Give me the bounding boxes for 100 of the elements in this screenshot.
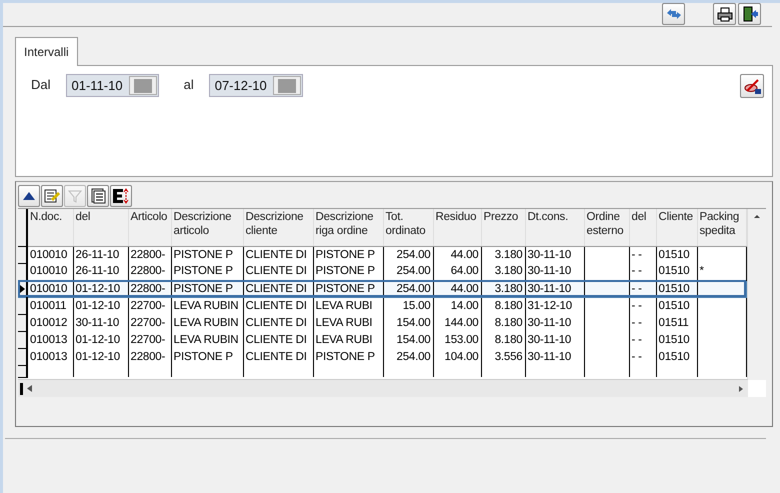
table-cell: PISTONE P <box>316 248 375 261</box>
table-cell: PISTONE P <box>316 282 375 294</box>
column-header[interactable]: del <box>73 209 128 246</box>
edit-button[interactable] <box>41 185 63 207</box>
table-cell: 010013 <box>30 334 68 346</box>
table-cell: 010010 <box>30 282 68 294</box>
table-cell: 30-11-10 <box>528 316 572 328</box>
table-cell: 22800- <box>130 282 166 294</box>
table-row[interactable]: 010010 26-11-10 22800- PISTONE P CLIENTE DI PISTONE P 254.00 44.00 3.180 30-11-10 - - 01510 <box>18 246 746 263</box>
horizontal-scrollbar[interactable] <box>18 379 748 397</box>
table-cell: - - <box>632 248 642 261</box>
scroll-thumb-icon[interactable] <box>20 382 23 394</box>
table-row[interactable]: 010013 01-12-10 22800- PISTONE P CLIENTE DI PISTONE P 254.00 104.00 3.556 30-11-10 - - 01510 <box>18 348 746 365</box>
up-arrow-icon <box>22 191 36 201</box>
scroll-left-icon[interactable] <box>27 385 32 392</box>
exit-door-icon <box>742 6 758 22</box>
table-cell: * <box>700 265 704 278</box>
table-cell: - - <box>632 282 642 294</box>
table-cell: 01510 <box>658 248 690 261</box>
table-cell: 010013 <box>30 350 68 362</box>
table-cell: CLIENTE DI <box>246 300 307 312</box>
table-cell: 8.180 <box>494 334 522 346</box>
column-header[interactable]: Dt.cons. <box>525 209 584 246</box>
table-cell: 010010 <box>30 248 68 261</box>
column-header[interactable]: Tot. ordinato <box>383 209 433 246</box>
refresh-icon <box>666 7 682 21</box>
table-cell: 01-12-10 <box>76 334 120 346</box>
column-header[interactable]: N.doc. <box>27 209 73 246</box>
table-cell: CLIENTE DI <box>246 265 307 278</box>
table-cell: LEVA RUBIN <box>174 334 238 346</box>
table-cell: 010011 <box>30 300 66 312</box>
list-icon <box>90 188 106 204</box>
table-cell: 3.556 <box>494 350 522 362</box>
table-cell: 44.00 <box>450 282 478 294</box>
table-cell: 01-12-10 <box>76 350 120 362</box>
column-header[interactable]: Articolo <box>128 209 171 246</box>
table-cell: LEVA RUBI <box>316 300 372 312</box>
column-header[interactable]: Descrizione cliente <box>243 209 313 246</box>
table-cell: 30-11-10 <box>528 265 572 278</box>
column-header[interactable]: Residuo <box>433 209 481 246</box>
table-cell: 44.00 <box>450 248 478 261</box>
exit-button[interactable] <box>738 3 761 25</box>
column-header[interactable]: Cliente <box>656 209 697 246</box>
table-cell: - - <box>632 334 642 346</box>
filter-icon <box>68 189 82 203</box>
scroll-up-button[interactable] <box>18 185 40 207</box>
table-cell: 30-11-10 <box>528 282 572 294</box>
column-header[interactable]: Packing spedita <box>697 209 746 246</box>
table-cell: 010010 <box>30 265 68 278</box>
table-row[interactable]: 010013 01-12-10 22700- LEVA RUBIN CLIENTE DI LEVA RUBI 154.00 153.00 8.180 30-11-10 - - 01510 <box>18 331 746 348</box>
vertical-scrollbar[interactable] <box>747 209 766 380</box>
table-cell: PISTONE P <box>316 350 375 362</box>
export-button[interactable] <box>110 185 132 207</box>
date-label: Dal <box>31 77 51 92</box>
column-header[interactable]: Descrizione riga ordine <box>313 209 383 246</box>
table-cell: - - <box>632 300 642 312</box>
date-field[interactable]: 07-12-10 <box>208 74 303 97</box>
row-indicator-icon <box>20 284 25 292</box>
date-value: 01-11-10 <box>70 78 124 93</box>
date-field[interactable]: 01-11-10 <box>66 74 159 97</box>
column-header[interactable]: Ordine esterno <box>584 209 629 246</box>
table-cell: 153.00 <box>444 334 478 346</box>
table-cell: 30-11-10 <box>76 316 120 328</box>
refresh-button[interactable] <box>662 3 685 25</box>
table-cell: LEVA RUBI <box>316 316 372 328</box>
table-cell: 30-11-10 <box>528 334 572 346</box>
printer-icon <box>716 6 732 22</box>
table-cell: 22700- <box>130 300 166 312</box>
table-cell: 22800- <box>130 265 166 278</box>
table-cell: 01510 <box>658 282 690 294</box>
table-row[interactable]: 010012 30-11-10 22700- LEVA RUBIN CLIENTE DI LEVA RUBI 154.00 144.00 8.180 30-11-10 - - 01511 <box>18 314 746 331</box>
table-cell: 14.00 <box>450 300 478 312</box>
table-row[interactable]: 010010 01-12-10 22800- PISTONE P CLIENTE DI PISTONE P 254.00 44.00 3.180 30-11-10 - - 01510 <box>18 280 746 297</box>
column-header[interactable]: Prezzo <box>481 209 525 246</box>
table-cell: PISTONE P <box>174 248 233 261</box>
table-cell: 15.00 <box>402 300 430 312</box>
table-cell: CLIENTE DI <box>246 248 307 261</box>
table-cell: PISTONE P <box>174 282 233 294</box>
table-cell: LEVA RUBI <box>316 334 372 346</box>
clear-button[interactable] <box>740 74 764 98</box>
table-cell: 01-12-10 <box>76 300 120 312</box>
table-cell: 254.00 <box>396 350 430 362</box>
table-cell: 3.180 <box>494 282 522 294</box>
table-cell: 26-11-10 <box>76 265 120 278</box>
table-cell: 254.00 <box>396 248 430 261</box>
print-button[interactable] <box>713 3 736 25</box>
table-cell: 64.00 <box>450 265 478 278</box>
intervalli-tab[interactable]: Intervalli <box>15 37 78 66</box>
column-header[interactable]: del <box>629 209 656 246</box>
table-row[interactable]: 010011 01-12-10 22700- LEVA RUBIN CLIENTE DI LEVA RUBI 15.00 14.00 8.180 31-12-10 - - 01510 <box>18 297 746 314</box>
column-header[interactable]: Descrizione articolo <box>171 209 243 246</box>
table-cell: - - <box>632 350 642 362</box>
list-button[interactable] <box>87 185 109 207</box>
table-cell: 8.180 <box>494 316 522 328</box>
table-cell: 26-11-10 <box>76 248 120 261</box>
table-cell: 01-12-10 <box>76 282 120 294</box>
table-cell: 30-11-10 <box>528 350 572 362</box>
table-cell: - - <box>632 316 642 328</box>
table-cell: 154.00 <box>396 316 430 328</box>
table-cell: - - <box>632 265 642 278</box>
